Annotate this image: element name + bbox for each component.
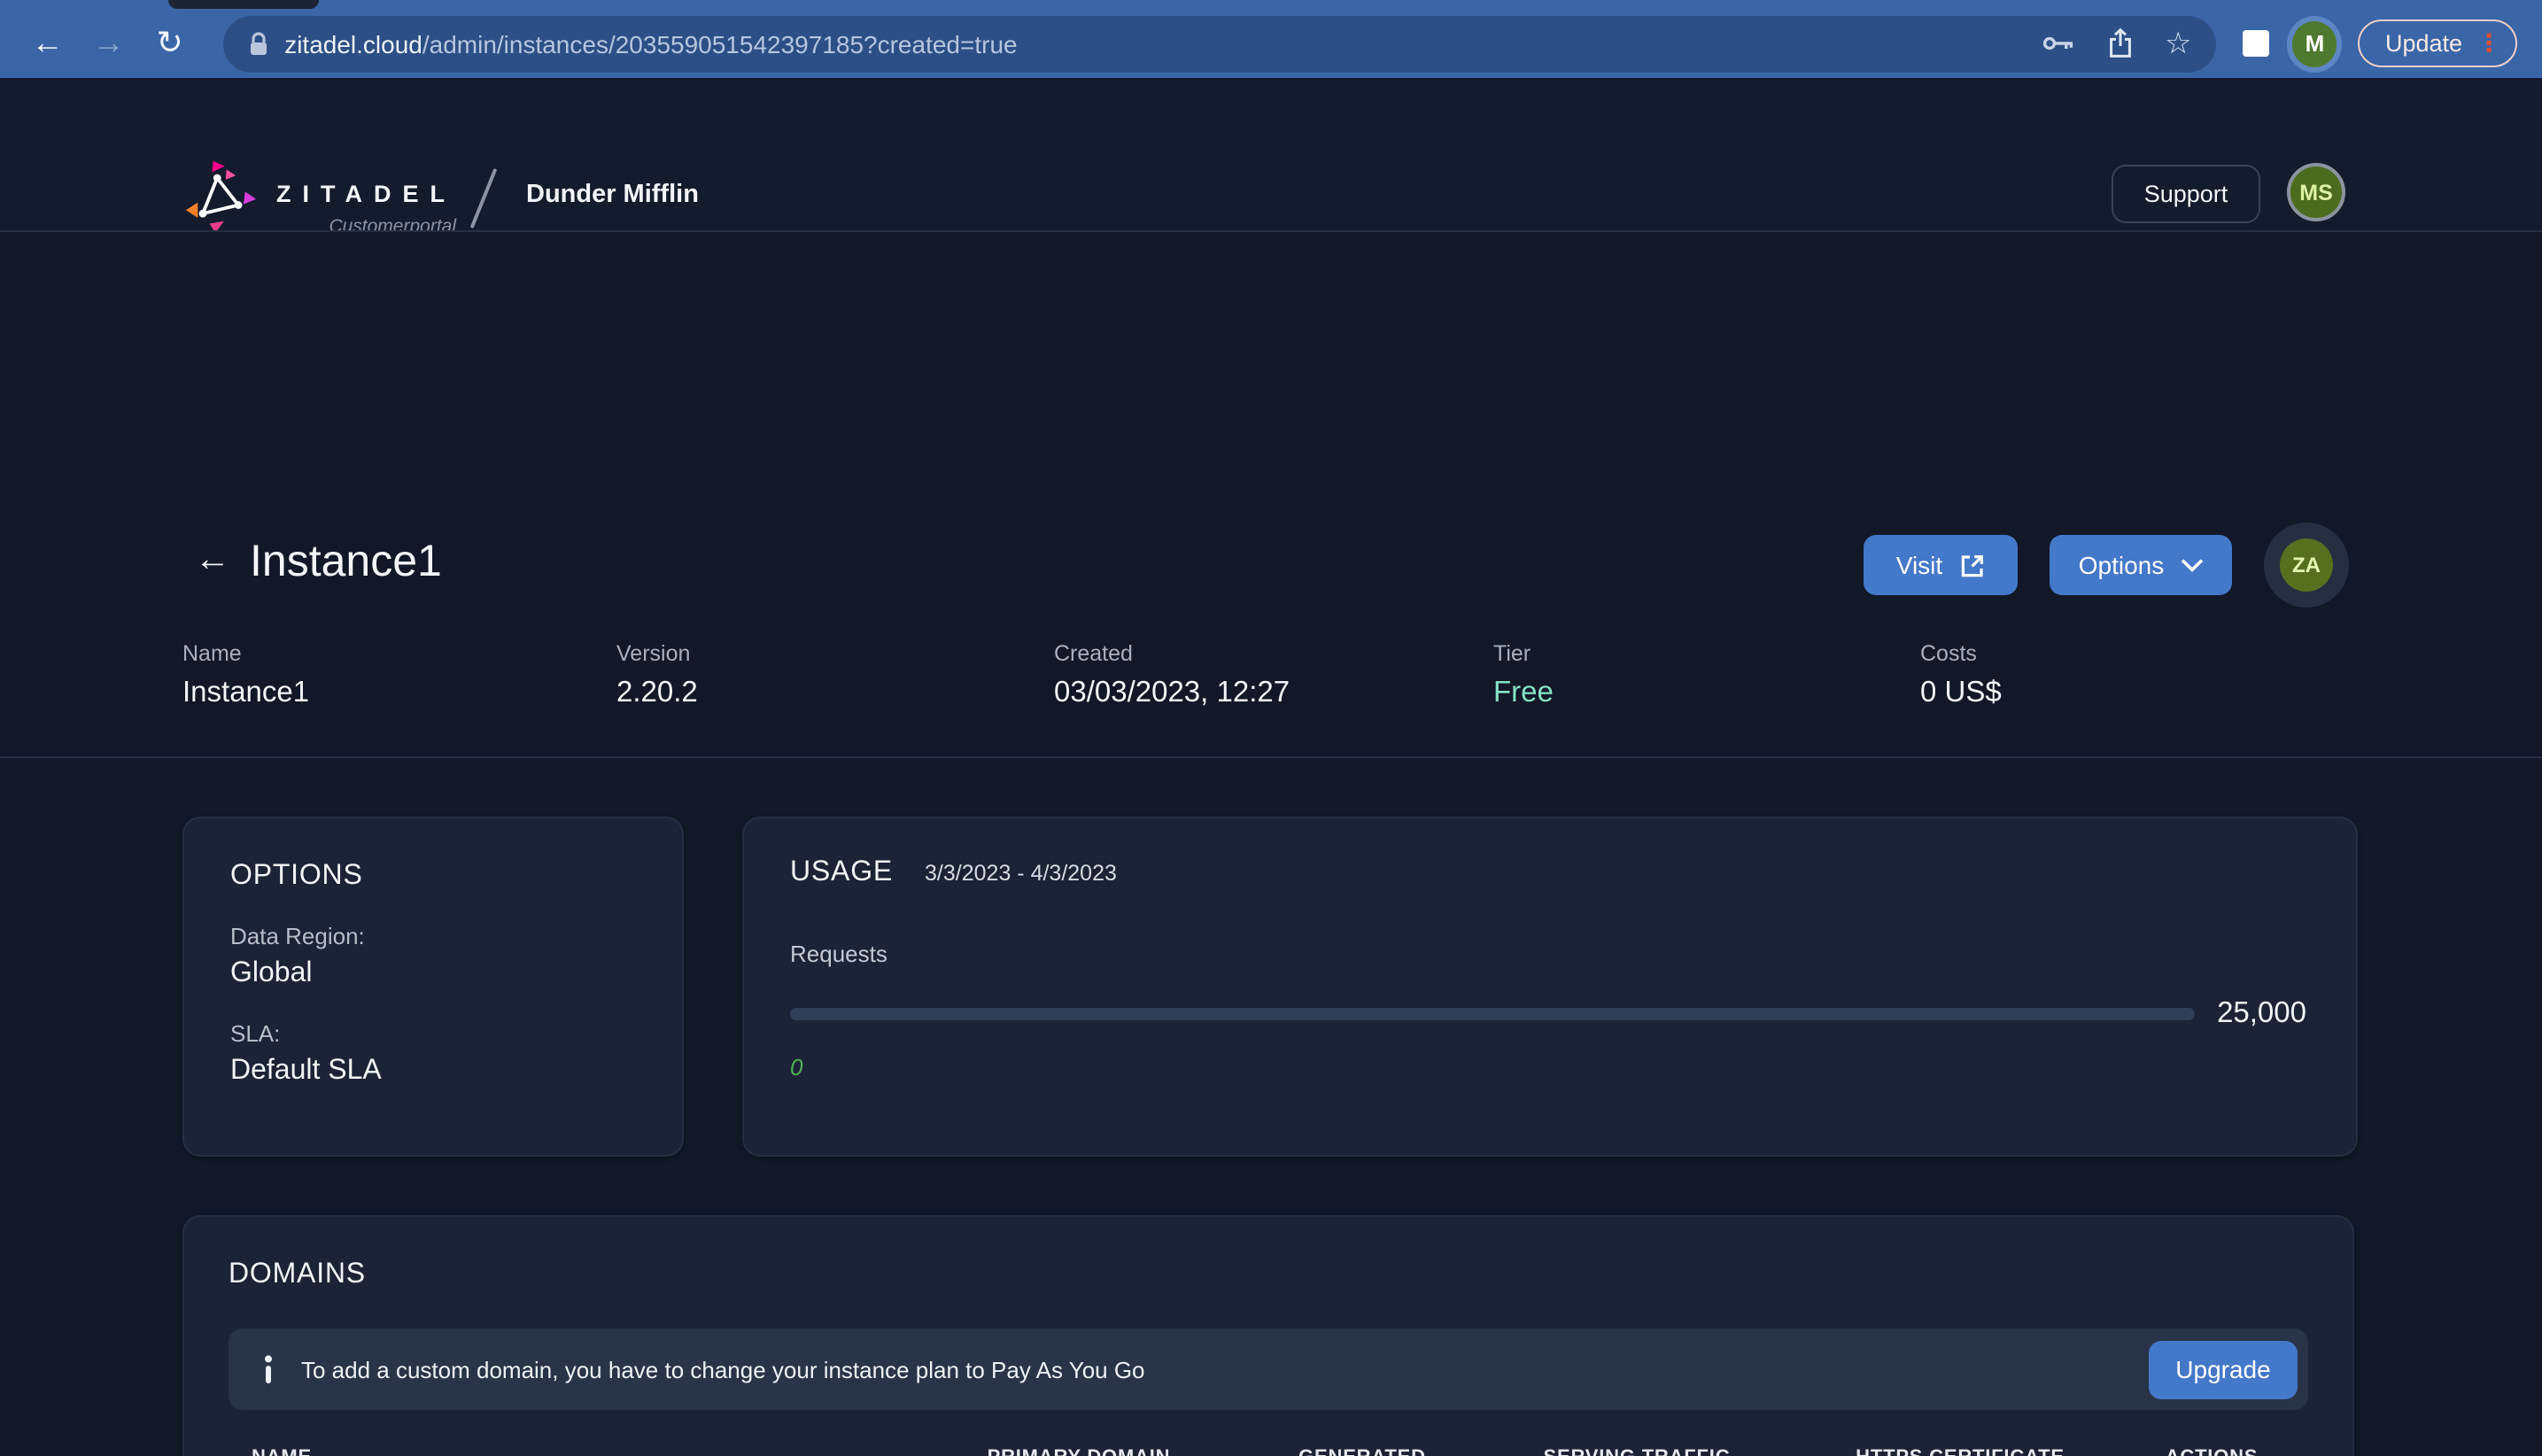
browser-profile-avatar[interactable]: M bbox=[2291, 20, 2337, 66]
instance-avatar: ZA bbox=[2280, 538, 2333, 592]
external-link-icon bbox=[1960, 554, 1983, 577]
meta-label-version: Version bbox=[616, 641, 691, 666]
brand-logo[interactable]: ZITADEL Customerportal bbox=[184, 159, 456, 237]
sla-value: Default SLA bbox=[230, 1056, 382, 1086]
meta-divider bbox=[0, 756, 2542, 758]
padlock-icon[interactable] bbox=[247, 31, 268, 56]
options-card: OPTIONS Data Region: Global SLA: Default… bbox=[182, 817, 684, 1157]
col-header-serving-traffic: SERVING TRAFFIC bbox=[1469, 1447, 1805, 1456]
user-avatar[interactable]: MS bbox=[2287, 163, 2345, 221]
options-button[interactable]: Options bbox=[2050, 535, 2232, 595]
address-bar[interactable]: zitadel.cloud/admin/instances/2035590515… bbox=[222, 15, 2217, 72]
zitadel-logo-icon bbox=[185, 160, 257, 234]
visit-button[interactable]: Visit bbox=[1864, 535, 2018, 595]
col-header-actions: ACTIONS bbox=[2115, 1447, 2308, 1456]
browser-menu-icon[interactable]: ⋮ bbox=[2476, 28, 2501, 58]
browser-toolbar: ← → ↻ zitadel.cloud/admin/instances/2035… bbox=[0, 0, 2542, 78]
update-label: Update bbox=[2384, 30, 2463, 57]
side-panel-icon[interactable] bbox=[2243, 30, 2269, 57]
data-region-label: Data Region: bbox=[230, 923, 365, 949]
breadcrumb-divider bbox=[469, 167, 498, 229]
browser-update-button[interactable]: Update ⋮ bbox=[2358, 19, 2518, 67]
browser-back-icon[interactable]: ← bbox=[25, 25, 70, 62]
meta-value-tier: Free bbox=[1493, 677, 1554, 709]
browser-forward-icon: → bbox=[92, 25, 125, 60]
instance-detail-page: ← Instance1 Visit Options ZA Name Instan… bbox=[0, 232, 2542, 1456]
usage-period: 3/3/2023 - 4/3/2023 bbox=[925, 861, 1117, 886]
meta-label-created: Created bbox=[1054, 641, 1133, 666]
info-icon bbox=[265, 1354, 272, 1382]
meta-label-tier: Tier bbox=[1493, 641, 1531, 666]
col-header-primary-domain: PRIMARY DOMAIN bbox=[902, 1447, 1256, 1456]
requests-max-value: 25,000 bbox=[2217, 997, 2306, 1029]
meta-label-name: Name bbox=[182, 641, 242, 666]
brand-name: ZITADEL bbox=[276, 181, 456, 207]
col-header-generated: GENERATED bbox=[1256, 1447, 1469, 1456]
col-header-https-certificate: HTTPS CERTIFICATE bbox=[1805, 1447, 2115, 1456]
screen: ← → ↻ zitadel.cloud/admin/instances/2035… bbox=[0, 0, 2542, 1456]
breadcrumb-org-name[interactable]: Dunder Mifflin bbox=[526, 181, 699, 209]
upgrade-button[interactable]: Upgrade bbox=[2149, 1340, 2298, 1398]
options-label: Options bbox=[2078, 551, 2165, 579]
upgrade-notice-banner: To add a custom domain, you have to chan… bbox=[229, 1328, 2308, 1410]
meta-value-costs: 0 US$ bbox=[1920, 677, 2002, 709]
browser-tab-sliver[interactable] bbox=[168, 0, 319, 9]
chevron-down-icon bbox=[2180, 559, 2203, 572]
meta-value-name: Instance1 bbox=[182, 677, 310, 709]
usage-card: USAGE 3/3/2023 - 4/3/2023 Requests 25,00… bbox=[742, 817, 2358, 1157]
domains-card-title: DOMAINS bbox=[229, 1259, 366, 1289]
share-icon[interactable] bbox=[2108, 28, 2133, 58]
domains-card: DOMAINS To add a custom domain, you have… bbox=[182, 1215, 2354, 1456]
app-header: ZITADEL Customerportal Dunder Mifflin Su… bbox=[0, 78, 2542, 299]
data-region-value: Global bbox=[230, 958, 313, 988]
visit-label: Visit bbox=[1895, 551, 1943, 579]
sla-label: SLA: bbox=[230, 1020, 281, 1047]
url-host: zitadel.cloud bbox=[284, 29, 422, 58]
upgrade-notice-text: To add a custom domain, you have to chan… bbox=[301, 1356, 1145, 1382]
support-button[interactable]: Support bbox=[2112, 165, 2260, 223]
domains-table-header: NAME PRIMARY DOMAIN GENERATED SERVING TR… bbox=[229, 1447, 2308, 1456]
meta-value-version: 2.20.2 bbox=[616, 677, 698, 709]
requests-label: Requests bbox=[790, 941, 887, 967]
back-button[interactable]: ← bbox=[195, 540, 230, 581]
browser-reload-icon[interactable]: ↻ bbox=[147, 25, 192, 62]
usage-card-title: USAGE bbox=[790, 857, 894, 887]
requests-current-value: 0 bbox=[790, 1054, 803, 1080]
page-title: Instance1 bbox=[250, 537, 442, 586]
bookmark-star-icon[interactable]: ☆ bbox=[2165, 26, 2192, 61]
options-card-title: OPTIONS bbox=[230, 861, 363, 891]
meta-label-costs: Costs bbox=[1920, 641, 1977, 666]
password-key-icon[interactable] bbox=[2042, 34, 2076, 53]
instance-avatar-ring[interactable]: ZA bbox=[2264, 523, 2349, 608]
requests-progress-bar bbox=[790, 1008, 2195, 1020]
meta-value-created: 03/03/2023, 12:27 bbox=[1054, 677, 1290, 709]
url-path: /admin/instances/203559051542397185?crea… bbox=[422, 29, 1018, 58]
col-header-name: NAME bbox=[229, 1447, 902, 1456]
